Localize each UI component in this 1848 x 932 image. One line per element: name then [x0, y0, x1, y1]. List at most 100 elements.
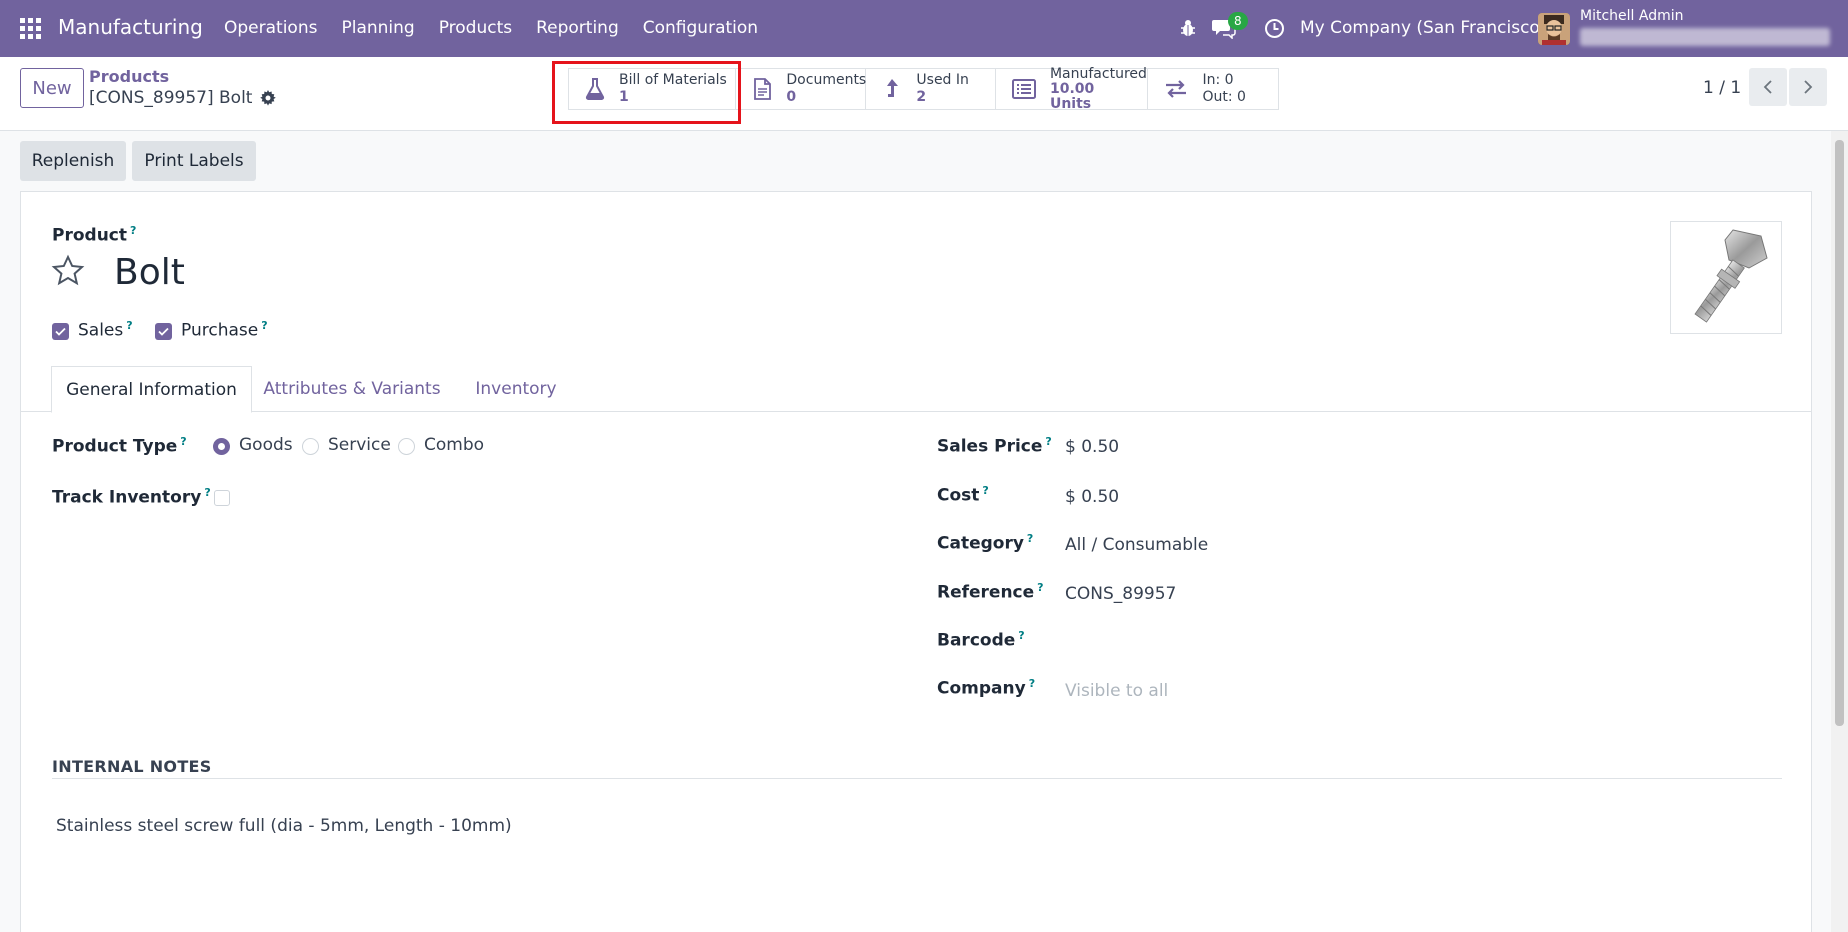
help-icon[interactable]: ? [126, 319, 132, 332]
radio-goods[interactable] [213, 438, 230, 455]
menu-item-products[interactable]: Products [439, 18, 512, 38]
form-sheet: Product? Bolt Sales? Purchase? General I… [20, 191, 1812, 932]
help-icon[interactable]: ? [1029, 677, 1035, 690]
category-label-text: Category [937, 533, 1024, 554]
track-inventory-label-text: Track Inventory [52, 487, 202, 508]
help-icon[interactable]: ? [1037, 581, 1043, 594]
pager-previous-button[interactable] [1749, 68, 1787, 106]
breadcrumb-parent[interactable]: Products [89, 67, 169, 86]
cost-label: Cost? [937, 484, 989, 506]
manufactured-label: Manufactured [1049, 65, 1147, 82]
chat-badge: 8 [1228, 12, 1248, 30]
help-icon[interactable]: ? [1018, 629, 1024, 642]
product-image[interactable] [1670, 221, 1782, 334]
control-panel: New Products [CONS_89957] Bolt Bill of M… [0, 57, 1848, 131]
new-button[interactable]: New [20, 68, 84, 108]
menu-item-planning[interactable]: Planning [341, 18, 414, 38]
documents-button[interactable]: Documents 0 [736, 69, 867, 109]
track-inventory-checkbox[interactable] [214, 490, 230, 506]
reference-label-text: Reference [937, 582, 1035, 603]
manufactured-unit: Units [1049, 95, 1092, 112]
track-inventory-label: Track Inventory? [52, 486, 211, 508]
reference-field[interactable]: CONS_89957 [1065, 584, 1176, 604]
menu-item-configuration[interactable]: Configuration [643, 18, 758, 38]
app-name[interactable]: Manufacturing [58, 15, 203, 39]
pager-next-button[interactable] [1789, 68, 1827, 106]
company-field[interactable]: Visible to all [1065, 681, 1168, 701]
menu-item-reporting[interactable]: Reporting [536, 18, 619, 38]
purchase-checkbox[interactable] [155, 323, 172, 340]
product-label: Product? [52, 224, 136, 246]
help-icon[interactable]: ? [130, 224, 136, 237]
bolt-image [1694, 229, 1768, 323]
sales-price-label-text: Sales Price [937, 436, 1043, 457]
annotation-highlight-box [552, 61, 741, 124]
check-icon [158, 327, 169, 336]
option-combo-label[interactable]: Combo [424, 435, 484, 455]
gear-icon[interactable] [260, 90, 277, 106]
exchange-icon [1166, 80, 1187, 98]
manufactured-button[interactable]: Manufactured 10.00 Units [996, 65, 1149, 112]
company-label: Company? [937, 677, 1035, 699]
replenish-button[interactable]: Replenish [20, 141, 126, 181]
product-name[interactable]: Bolt [114, 252, 185, 293]
breadcrumb-current-label: [CONS_89957] Bolt [89, 88, 253, 108]
help-icon[interactable]: ? [204, 486, 210, 499]
category-field[interactable]: All / Consumable [1065, 535, 1208, 555]
barcode-label-text: Barcode [937, 630, 1016, 651]
company-switcher[interactable]: My Company (San Francisco) [1300, 18, 1546, 38]
level-up-icon [887, 79, 899, 97]
user-database-blurred [1580, 28, 1830, 46]
list-alt-icon [1011, 79, 1036, 99]
help-icon[interactable]: ? [982, 484, 988, 497]
notes-divider [52, 778, 1782, 779]
reference-label: Reference? [937, 581, 1044, 603]
product-type-label-text: Product Type [52, 436, 178, 457]
menu-item-operations[interactable]: Operations [224, 18, 317, 38]
help-icon[interactable]: ? [1027, 532, 1033, 545]
cost-label-text: Cost [937, 485, 980, 506]
out-count: Out: 0 [1202, 89, 1246, 105]
used-in-label: Used In [916, 72, 969, 88]
radio-service[interactable] [302, 438, 319, 455]
help-icon[interactable]: ? [180, 435, 186, 448]
tab-general-information[interactable]: General Information [51, 366, 252, 413]
documents-label: Documents [786, 72, 867, 88]
category-label: Category? [937, 532, 1033, 554]
company-label-text: Company [937, 678, 1026, 699]
user-name[interactable]: Mitchell Admin [1580, 8, 1684, 24]
barcode-field[interactable] [1065, 632, 1765, 654]
option-goods-label[interactable]: Goods [239, 435, 293, 455]
help-icon[interactable]: ? [261, 319, 267, 332]
sales-checkbox[interactable] [52, 323, 69, 340]
cost-field[interactable]: $ 0.50 [1065, 487, 1119, 507]
sales-price-field[interactable]: $ 0.50 [1065, 437, 1119, 457]
sales-label-text: Sales [78, 320, 124, 341]
purchase-label: Purchase? [181, 319, 268, 341]
apps-grid-icon[interactable] [20, 18, 43, 39]
chevron-right-icon [1804, 80, 1813, 94]
tab-inventory[interactable]: Inventory [461, 366, 571, 412]
main-menu: Operations Planning Products Reporting C… [224, 18, 782, 38]
bug-icon[interactable] [1180, 18, 1196, 38]
internal-notes-text[interactable]: Stainless steel screw full (dia - 5mm, L… [56, 816, 512, 836]
option-service-label[interactable]: Service [328, 435, 391, 455]
pager-value[interactable]: 1 / 1 [1703, 78, 1741, 98]
user-avatar[interactable] [1538, 13, 1570, 45]
barcode-label: Barcode? [937, 629, 1025, 651]
used-in-count: 2 [916, 89, 927, 105]
help-icon[interactable]: ? [1045, 435, 1051, 448]
radio-combo[interactable] [398, 438, 415, 455]
document-icon [754, 78, 772, 100]
in-out-button[interactable]: In: 0 Out: 0 [1148, 69, 1278, 109]
scrollbar-thumb[interactable] [1835, 140, 1844, 726]
check-icon [55, 327, 66, 336]
star-icon[interactable] [51, 254, 85, 288]
clock-icon[interactable] [1264, 18, 1285, 39]
chevron-left-icon [1763, 80, 1772, 94]
used-in-button[interactable]: Used In 2 [866, 69, 996, 109]
tab-attributes-variants[interactable]: Attributes & Variants [257, 366, 447, 412]
notebook-tabs: General Information Attributes & Variant… [21, 366, 1811, 413]
sales-price-label: Sales Price? [937, 435, 1052, 457]
print-labels-button[interactable]: Print Labels [132, 141, 256, 181]
